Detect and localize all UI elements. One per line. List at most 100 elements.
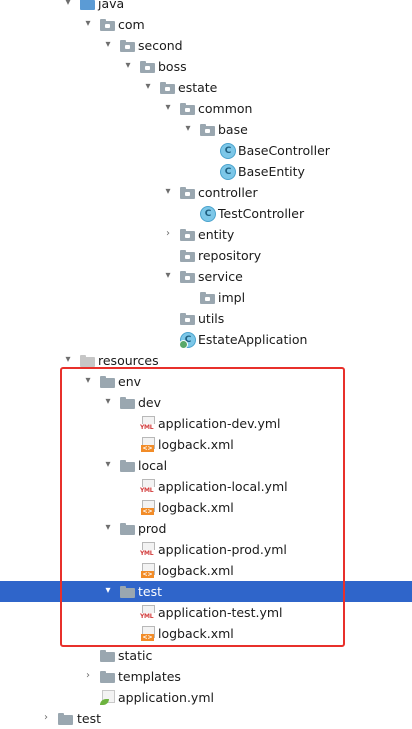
chevron-down-icon[interactable]: ▾ <box>102 395 114 409</box>
tree-item-application-dev-yml[interactable]: YML application-dev.yml <box>0 413 412 434</box>
tree-item-test-controller[interactable]: C TestController <box>0 203 412 224</box>
tree-item-estate-application[interactable]: C EstateApplication <box>0 329 412 350</box>
tree-item-label: TestController <box>218 206 305 221</box>
tree-item-label: base <box>218 122 248 137</box>
package-folder-icon <box>200 124 215 136</box>
tree-item-base-controller[interactable]: C BaseController <box>0 140 412 161</box>
chevron-down-icon[interactable]: ▾ <box>162 185 174 199</box>
tree-item-logback-xml-dev[interactable]: <> logback.xml <box>0 434 412 455</box>
tree-item-common[interactable]: ▾ common <box>0 98 412 119</box>
chevron-down-icon[interactable]: ▾ <box>102 38 114 52</box>
tree-item-label: second <box>138 38 183 53</box>
tree-item-label: application.yml <box>118 690 214 705</box>
tree-item-entity[interactable]: › entity <box>0 224 412 245</box>
chevron-down-icon[interactable]: ▾ <box>142 80 154 94</box>
yml-file-icon: YML <box>140 479 155 494</box>
chevron-down-icon[interactable]: ▾ <box>62 353 74 367</box>
tree-item-label: java <box>98 0 125 11</box>
tree-item-base-entity[interactable]: C BaseEntity <box>0 161 412 182</box>
package-folder-icon <box>160 82 175 94</box>
chevron-right-icon[interactable]: › <box>162 227 174 241</box>
yml-file-icon: YML <box>140 542 155 557</box>
tree-item-application-prod-yml[interactable]: YML application-prod.yml <box>0 539 412 560</box>
tree-item-label: BaseEntity <box>238 164 305 179</box>
tree-item-logback-xml-local[interactable]: <> logback.xml <box>0 497 412 518</box>
java-class-icon: C <box>220 143 236 159</box>
tree-item-com[interactable]: ▾ com <box>0 14 412 35</box>
java-class-icon: C <box>200 206 216 222</box>
tree-item-label: test <box>138 584 163 599</box>
package-folder-icon <box>180 250 195 262</box>
tree-item-local[interactable]: ▾ local <box>0 455 412 476</box>
tree-item-logback-xml-prod[interactable]: <> logback.xml <box>0 560 412 581</box>
tree-item-label: repository <box>198 248 262 263</box>
tree-item-label: application-prod.yml <box>158 542 287 557</box>
tree-item-java[interactable]: ▾ java <box>0 0 412 14</box>
tree-item-label: entity <box>198 227 235 242</box>
tree-item-logback-xml-test[interactable]: <> logback.xml <box>0 623 412 644</box>
tree-item-application-yml[interactable]: application.yml <box>0 687 412 708</box>
chevron-down-icon[interactable]: ▾ <box>102 458 114 472</box>
package-folder-icon <box>140 61 155 73</box>
tree-item-label: resources <box>98 353 159 368</box>
tree-item-label: utils <box>198 311 225 326</box>
tree-item-service[interactable]: ▾ service <box>0 266 412 287</box>
tree-item-templates[interactable]: › templates <box>0 666 412 687</box>
xml-file-icon: <> <box>140 626 155 641</box>
tree-item-boss[interactable]: ▾ boss <box>0 56 412 77</box>
chevron-down-icon[interactable]: ▾ <box>162 269 174 283</box>
tree-item-env[interactable]: ▾ env <box>0 371 412 392</box>
tree-item-label: boss <box>158 59 187 74</box>
tree-item-impl[interactable]: impl <box>0 287 412 308</box>
package-folder-icon <box>180 229 195 241</box>
chevron-down-icon[interactable]: ▾ <box>82 17 94 31</box>
chevron-right-icon[interactable]: › <box>40 711 52 725</box>
package-folder-icon <box>100 19 115 31</box>
tree-item-application-test-yml[interactable]: YML application-test.yml <box>0 602 412 623</box>
tree-item-label: templates <box>118 669 181 684</box>
tree-item-second[interactable]: ▾ second <box>0 35 412 56</box>
java-class-icon: C <box>220 164 236 180</box>
tree-item-controller[interactable]: ▾ controller <box>0 182 412 203</box>
chevron-down-icon[interactable]: ▾ <box>82 374 94 388</box>
package-folder-icon <box>200 292 215 304</box>
chevron-down-icon[interactable]: ▾ <box>162 101 174 115</box>
spring-boot-application-class-icon: C <box>179 332 196 349</box>
folder-icon <box>120 523 135 535</box>
tree-item-label: BaseController <box>238 143 330 158</box>
tree-item-dev[interactable]: ▾ dev <box>0 392 412 413</box>
tree-item-resources[interactable]: ▾ resources <box>0 350 412 371</box>
tree-item-application-local-yml[interactable]: YML application-local.yml <box>0 476 412 497</box>
source-folder-icon <box>80 0 95 10</box>
chevron-down-icon[interactable]: ▾ <box>102 521 114 535</box>
tree-item-label: dev <box>138 395 162 410</box>
chevron-down-icon[interactable]: ▾ <box>62 0 74 10</box>
chevron-down-icon[interactable]: ▾ <box>182 122 194 136</box>
spring-leaf-icon <box>100 690 116 705</box>
tree-item-repository[interactable]: repository <box>0 245 412 266</box>
folder-icon <box>120 460 135 472</box>
tree-item-label: logback.xml <box>158 437 234 452</box>
tree-item-label: logback.xml <box>158 626 234 641</box>
tree-item-utils[interactable]: utils <box>0 308 412 329</box>
tree-item-test-folder[interactable]: ▾ test <box>0 581 412 602</box>
chevron-right-icon[interactable]: › <box>82 669 94 683</box>
package-folder-icon <box>180 271 195 283</box>
tree-item-label: logback.xml <box>158 563 234 578</box>
tree-item-label: application-local.yml <box>158 479 288 494</box>
tree-item-label: prod <box>138 521 167 536</box>
tree-item-label: env <box>118 374 142 389</box>
folder-icon <box>120 397 135 409</box>
package-folder-icon <box>120 40 135 52</box>
tree-item-label: service <box>198 269 243 284</box>
chevron-down-icon[interactable]: ▾ <box>102 584 114 598</box>
folder-icon <box>58 713 73 725</box>
yml-file-icon: YML <box>140 416 155 431</box>
chevron-down-icon[interactable]: ▾ <box>122 59 134 73</box>
tree-item-static[interactable]: static <box>0 645 412 666</box>
tree-item-base[interactable]: ▾ base <box>0 119 412 140</box>
xml-file-icon: <> <box>140 563 155 578</box>
tree-item-prod[interactable]: ▾ prod <box>0 518 412 539</box>
folder-icon <box>120 586 135 598</box>
tree-item-estate[interactable]: ▾ estate <box>0 77 412 98</box>
